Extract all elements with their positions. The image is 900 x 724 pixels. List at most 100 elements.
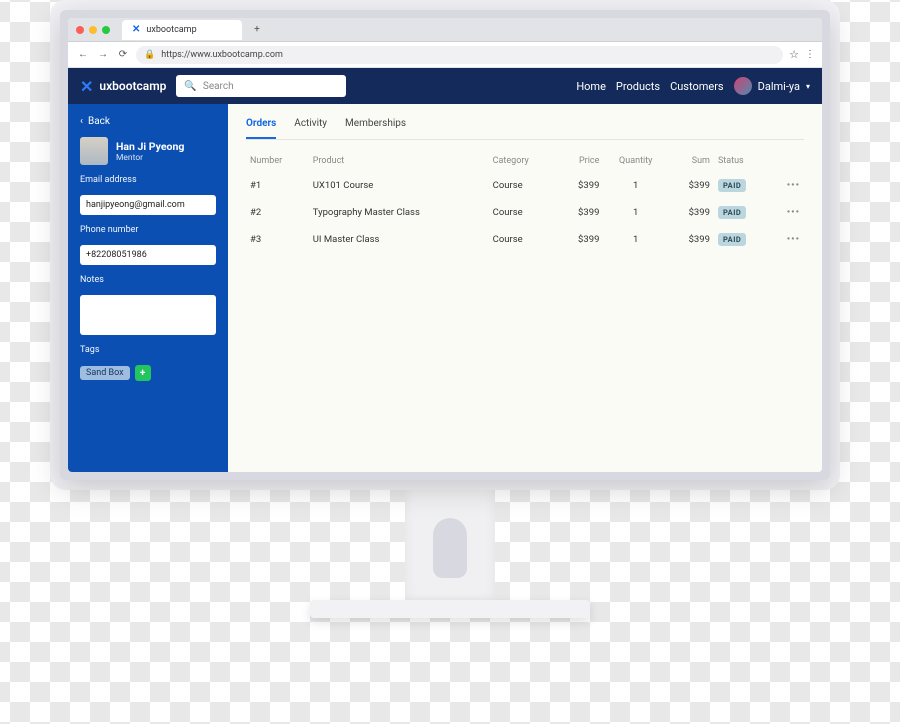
cell-product: Typography Master Class — [309, 199, 489, 226]
search-placeholder: Search — [203, 81, 234, 92]
tag-chip[interactable]: Sand Box — [80, 366, 130, 380]
table-row[interactable]: #2Typography Master ClassCourse$3991$399… — [246, 199, 804, 226]
status-badge: PAID — [718, 233, 746, 246]
search-icon: 🔍 — [184, 81, 196, 92]
cell-category: Course — [489, 172, 558, 199]
app-body: ‹ Back Han Ji Pyeong Mentor Email addres… — [68, 104, 822, 472]
app-root: ✕ uxbootcamp 🔍 Search Home Products Cust… — [68, 68, 822, 472]
bookmark-icon[interactable]: ☆ — [789, 48, 799, 61]
status-badge: PAID — [718, 179, 746, 192]
brand-logo-icon: ✕ — [80, 77, 93, 96]
tab-title: uxbootcamp — [146, 25, 196, 35]
cell-price: $399 — [558, 226, 604, 253]
customer-profile: Han Ji Pyeong Mentor — [80, 137, 216, 165]
monitor-stand-neck — [405, 488, 495, 608]
back-button[interactable]: ‹ Back — [80, 116, 216, 127]
status-badge: PAID — [718, 206, 746, 219]
cell-quantity: 1 — [603, 172, 668, 199]
browser-menu-icon[interactable]: ⋮ — [805, 49, 814, 60]
tags-label: Tags — [80, 345, 216, 355]
cell-number: #3 — [246, 226, 309, 253]
app-topnav: ✕ uxbootcamp 🔍 Search Home Products Cust… — [68, 68, 822, 104]
browser-address-bar: ← → ⟳ 🔒 https://www.uxbootcamp.com ☆ ⋮ — [68, 42, 822, 68]
cell-price: $399 — [558, 172, 604, 199]
add-tag-button[interactable]: + — [135, 365, 151, 381]
tab-memberships[interactable]: Memberships — [345, 118, 406, 139]
cell-status: PAID — [714, 226, 771, 253]
customer-name: Han Ji Pyeong — [116, 140, 184, 153]
col-product: Product — [309, 150, 489, 172]
main-panel: Orders Activity Memberships Number Produ… — [228, 104, 822, 472]
lock-icon: 🔒 — [144, 50, 155, 60]
orders-table: Number Product Category Price Quantity S… — [246, 150, 804, 253]
browser-window: ✕ uxbootcamp + ← → ⟳ 🔒 https://www.uxboo… — [68, 18, 822, 472]
cell-sum: $399 — [668, 199, 714, 226]
email-field[interactable]: hanjipyeong@gmail.com — [80, 195, 216, 215]
maximize-window-button[interactable] — [102, 26, 110, 34]
minimize-window-button[interactable] — [89, 26, 97, 34]
forward-icon[interactable]: → — [96, 49, 110, 60]
back-label: Back — [88, 116, 110, 127]
address-field[interactable]: 🔒 https://www.uxbootcamp.com — [136, 46, 783, 64]
customer-avatar — [80, 137, 108, 165]
cell-status: PAID — [714, 172, 771, 199]
cell-product: UX101 Course — [309, 172, 489, 199]
cell-number: #1 — [246, 172, 309, 199]
table-header-row: Number Product Category Price Quantity S… — [246, 150, 804, 172]
cell-price: $399 — [558, 199, 604, 226]
tabs: Orders Activity Memberships — [246, 118, 804, 140]
col-sum: Sum — [668, 150, 714, 172]
cell-number: #2 — [246, 199, 309, 226]
user-name: Dalmi-ya — [758, 80, 800, 93]
cell-status: PAID — [714, 199, 771, 226]
search-input[interactable]: 🔍 Search — [176, 75, 346, 97]
back-icon[interactable]: ← — [76, 49, 90, 60]
user-menu[interactable]: Dalmi-ya ▾ — [734, 77, 810, 95]
chevron-down-icon: ▾ — [806, 82, 810, 91]
nav-home[interactable]: Home — [576, 80, 606, 93]
row-menu-icon[interactable]: ••• — [787, 180, 800, 191]
url-text: https://www.uxbootcamp.com — [161, 50, 283, 60]
window-controls — [76, 26, 110, 34]
col-status: Status — [714, 150, 771, 172]
tab-favicon: ✕ — [132, 24, 140, 35]
col-price: Price — [558, 150, 604, 172]
col-quantity: Quantity — [603, 150, 668, 172]
phone-label: Phone number — [80, 225, 216, 235]
avatar — [734, 77, 752, 95]
email-label: Email address — [80, 175, 216, 185]
tab-orders[interactable]: Orders — [246, 118, 276, 139]
col-number: Number — [246, 150, 309, 172]
row-menu-icon[interactable]: ••• — [787, 234, 800, 245]
brand[interactable]: ✕ uxbootcamp — [80, 77, 166, 96]
cell-sum: $399 — [668, 226, 714, 253]
reload-icon[interactable]: ⟳ — [116, 49, 130, 60]
cell-sum: $399 — [668, 172, 714, 199]
cell-quantity: 1 — [603, 199, 668, 226]
sidebar: ‹ Back Han Ji Pyeong Mentor Email addres… — [68, 104, 228, 472]
browser-tab-bar: ✕ uxbootcamp + — [68, 18, 822, 42]
chevron-left-icon: ‹ — [80, 116, 83, 127]
new-tab-button[interactable]: + — [248, 21, 266, 39]
browser-tab[interactable]: ✕ uxbootcamp — [122, 20, 242, 40]
close-window-button[interactable] — [76, 26, 84, 34]
cell-product: UI Master Class — [309, 226, 489, 253]
monitor-frame: ✕ uxbootcamp + ← → ⟳ 🔒 https://www.uxboo… — [60, 10, 830, 480]
cell-category: Course — [489, 199, 558, 226]
tab-activity[interactable]: Activity — [294, 118, 327, 139]
nav-products[interactable]: Products — [616, 80, 660, 93]
cell-category: Course — [489, 226, 558, 253]
tags-row: Sand Box + — [80, 365, 216, 381]
table-row[interactable]: #1UX101 CourseCourse$3991$399PAID••• — [246, 172, 804, 199]
phone-field[interactable]: +82208051986 — [80, 245, 216, 265]
row-menu-icon[interactable]: ••• — [787, 207, 800, 218]
cell-quantity: 1 — [603, 226, 668, 253]
brand-name: uxbootcamp — [99, 79, 166, 93]
notes-field[interactable] — [80, 295, 216, 335]
monitor-stand-base — [310, 600, 590, 618]
nav-customers[interactable]: Customers — [670, 80, 724, 93]
col-category: Category — [489, 150, 558, 172]
table-row[interactable]: #3UI Master ClassCourse$3991$399PAID••• — [246, 226, 804, 253]
notes-label: Notes — [80, 275, 216, 285]
customer-role: Mentor — [116, 153, 184, 163]
